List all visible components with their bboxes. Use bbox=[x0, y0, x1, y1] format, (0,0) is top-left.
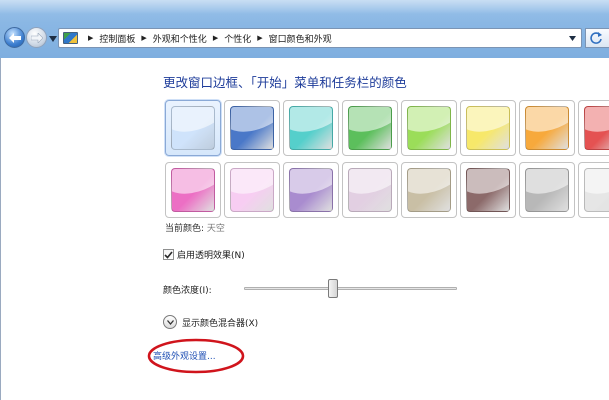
back-button[interactable] bbox=[4, 27, 25, 48]
transparency-checkbox[interactable] bbox=[163, 249, 174, 260]
color-swatch[interactable] bbox=[224, 162, 280, 218]
color-swatch-fill bbox=[525, 106, 569, 150]
breadcrumb-arrow-icon[interactable]: ▶ bbox=[257, 34, 262, 42]
control-panel-icon bbox=[63, 32, 78, 44]
refresh-icon bbox=[590, 32, 602, 44]
breadcrumb-window-color[interactable]: 窗口颜色和外观 bbox=[269, 32, 332, 45]
current-color-label: 当前颜色: bbox=[165, 224, 205, 234]
color-swatch[interactable] bbox=[519, 100, 575, 156]
color-swatch[interactable] bbox=[578, 162, 609, 218]
color-swatch-fill bbox=[348, 106, 392, 150]
color-swatch[interactable] bbox=[165, 100, 221, 156]
color-swatch[interactable] bbox=[460, 162, 516, 218]
color-mixer-toggle[interactable]: 显示颜色混合器(X) bbox=[163, 315, 258, 329]
current-color: 当前颜色: 天空 bbox=[165, 221, 225, 234]
color-swatch[interactable] bbox=[165, 162, 221, 218]
color-swatch[interactable] bbox=[460, 100, 516, 156]
color-swatch-fill bbox=[466, 168, 510, 212]
color-swatch-grid bbox=[165, 100, 609, 218]
breadcrumb-control-panel[interactable]: 控制面板 bbox=[99, 32, 135, 45]
chevron-down-icon[interactable] bbox=[569, 36, 576, 41]
checkmark-icon bbox=[164, 250, 173, 259]
color-swatch-fill bbox=[230, 106, 274, 150]
color-swatch[interactable] bbox=[342, 100, 398, 156]
color-swatch-fill bbox=[407, 168, 451, 212]
color-intensity-slider-thumb[interactable] bbox=[328, 279, 339, 298]
forward-arrow-icon bbox=[30, 32, 43, 43]
color-swatch-fill bbox=[289, 168, 333, 212]
color-swatch-fill bbox=[584, 168, 609, 212]
back-arrow-icon bbox=[8, 32, 21, 43]
color-intensity-label: 颜色浓度(I): bbox=[163, 286, 212, 296]
color-swatch[interactable] bbox=[519, 162, 575, 218]
color-swatch-fill bbox=[171, 168, 215, 212]
chevron-down-icon bbox=[166, 319, 174, 325]
expand-chevron-icon[interactable] bbox=[163, 315, 177, 329]
forward-button[interactable] bbox=[26, 27, 47, 48]
breadcrumb-appearance[interactable]: 外观和个性化 bbox=[153, 32, 207, 45]
color-swatch-fill bbox=[466, 106, 510, 150]
transparency-label[interactable]: 启用透明效果(N) bbox=[177, 248, 245, 261]
color-intensity-slider-track[interactable] bbox=[244, 287, 457, 290]
breadcrumb-arrow-icon[interactable]: ▶ bbox=[141, 34, 146, 42]
address-bar[interactable]: ▶ 控制面板 ▶ 外观和个性化 ▶ 个性化 ▶ 窗口颜色和外观 bbox=[58, 28, 582, 48]
color-swatch[interactable] bbox=[401, 100, 457, 156]
breadcrumb-personalization[interactable]: 个性化 bbox=[224, 32, 251, 45]
color-swatch-fill bbox=[525, 168, 569, 212]
titlebar-sheen bbox=[0, 0, 609, 14]
color-swatch-fill bbox=[407, 106, 451, 150]
color-mixer-label[interactable]: 显示颜色混合器(X) bbox=[182, 316, 258, 329]
color-swatch-fill bbox=[584, 106, 609, 150]
color-swatch-fill bbox=[289, 106, 333, 150]
advanced-appearance-link[interactable]: 高级外观设置... bbox=[153, 349, 216, 362]
refresh-button[interactable] bbox=[585, 28, 609, 48]
color-swatch-fill bbox=[171, 106, 215, 150]
color-swatch[interactable] bbox=[401, 162, 457, 218]
transparency-option[interactable]: 启用透明效果(N) bbox=[163, 248, 245, 261]
breadcrumb-arrow-icon[interactable]: ▶ bbox=[213, 34, 218, 42]
recent-pages-dropdown-icon[interactable] bbox=[49, 36, 57, 42]
color-swatch[interactable] bbox=[578, 100, 609, 156]
color-swatch[interactable] bbox=[283, 162, 339, 218]
color-swatch[interactable] bbox=[283, 100, 339, 156]
current-color-value: 天空 bbox=[206, 224, 225, 234]
window-titlebar: ▶ 控制面板 ▶ 外观和个性化 ▶ 个性化 ▶ 窗口颜色和外观 bbox=[0, 0, 609, 58]
color-swatch-fill bbox=[348, 168, 392, 212]
color-swatch-fill bbox=[230, 168, 274, 212]
color-swatch[interactable] bbox=[224, 100, 280, 156]
page-title: 更改窗口边框、「开始」菜单和任务栏的颜色 bbox=[163, 75, 407, 90]
color-swatch[interactable] bbox=[342, 162, 398, 218]
breadcrumb-arrow-icon[interactable]: ▶ bbox=[88, 34, 93, 42]
